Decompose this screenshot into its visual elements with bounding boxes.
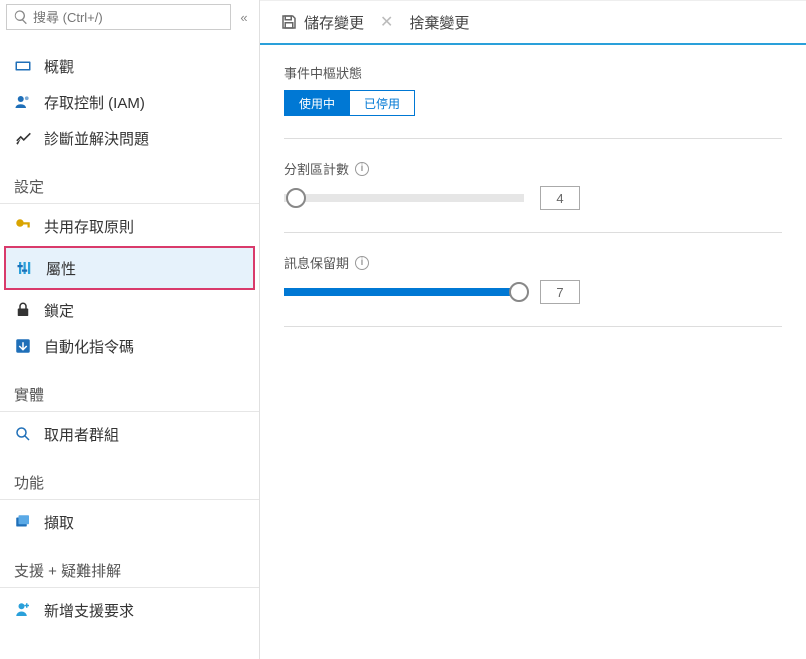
diagnose-icon (14, 129, 32, 147)
nav-overview[interactable]: 概觀 (0, 48, 259, 84)
save-button[interactable]: 儲存變更 (274, 8, 370, 37)
nav-top: 概觀 存取控制 (IAM) 診斷並解決問題 (0, 38, 259, 156)
toolbar-separator: ✕ (380, 12, 393, 32)
retention-label: 訊息保留期 (284, 253, 349, 272)
save-icon (280, 13, 298, 31)
capture-icon (14, 513, 32, 531)
slider-thumb[interactable] (509, 282, 529, 302)
sidebar: « 概觀 存取控制 (IAM) 診斷並解決問題 設定 共用存取原則 屬性 鎖定 (0, 0, 260, 659)
nav-label: 屬性 (46, 258, 76, 279)
nav-diagnose[interactable]: 診斷並解決問題 (0, 120, 259, 156)
nav-shared-access-policies[interactable]: 共用存取原則 (0, 208, 259, 244)
partition-slider[interactable] (284, 194, 524, 202)
nav-label: 概觀 (44, 56, 74, 77)
nav-access-control[interactable]: 存取控制 (IAM) (0, 84, 259, 120)
retention-slider-row: 7 (284, 280, 782, 327)
properties-icon (16, 259, 34, 277)
nav-properties[interactable]: 屬性 (4, 246, 255, 290)
nav-automation-script[interactable]: 自動化指令碼 (0, 328, 259, 364)
status-segment: 使用中 已停用 (284, 90, 782, 139)
slider-fill (284, 288, 519, 296)
nav-capture[interactable]: 擷取 (0, 504, 259, 540)
nav-locks[interactable]: 鎖定 (0, 292, 259, 328)
content-area: 事件中樞狀態 使用中 已停用 分割區計數 i 4 訊息保留期 i 7 (260, 45, 806, 365)
support-icon (14, 601, 32, 619)
nav-label: 擷取 (44, 512, 74, 533)
save-label: 儲存變更 (304, 12, 364, 33)
section-settings: 設定 共用存取原則 屬性 鎖定 自動化指令碼 (0, 160, 259, 364)
search-row: « (0, 0, 259, 38)
status-label-row: 事件中樞狀態 (284, 63, 782, 82)
nav-consumer-groups[interactable]: 取用者群組 (0, 416, 259, 452)
search-box[interactable] (6, 4, 231, 30)
section-title-entities: 實體 (0, 368, 259, 412)
nav-label: 新增支援要求 (44, 600, 134, 621)
section-support: 支援 + 疑難排解 新增支援要求 (0, 544, 259, 628)
info-icon[interactable]: i (355, 162, 369, 176)
info-icon[interactable]: i (355, 256, 369, 270)
nav-new-support-request[interactable]: 新增支援要求 (0, 592, 259, 628)
partition-label-row: 分割區計數 i (284, 159, 782, 178)
partition-slider-row: 4 (284, 186, 782, 233)
section-feature: 功能 擷取 (0, 456, 259, 540)
key-icon (14, 217, 32, 235)
section-title-settings: 設定 (0, 160, 259, 204)
retention-value: 7 (540, 280, 580, 304)
status-active-button[interactable]: 使用中 (284, 90, 350, 116)
nav-label: 自動化指令碼 (44, 336, 134, 357)
lock-icon (14, 301, 32, 319)
section-entities: 實體 取用者群組 (0, 368, 259, 452)
groups-icon (14, 425, 32, 443)
toolbar: 儲存變更 ✕ 捨棄變更 (260, 1, 806, 45)
partition-value: 4 (540, 186, 580, 210)
retention-slider[interactable] (284, 288, 524, 296)
partition-label: 分割區計數 (284, 159, 349, 178)
status-label: 事件中樞狀態 (284, 63, 362, 82)
retention-label-row: 訊息保留期 i (284, 253, 782, 272)
search-icon (13, 9, 29, 25)
nav-label: 鎖定 (44, 300, 74, 321)
search-input[interactable] (29, 10, 224, 25)
script-icon (14, 337, 32, 355)
discard-label: 捨棄變更 (409, 12, 469, 33)
section-title-support: 支援 + 疑難排解 (0, 544, 259, 588)
status-disabled-button[interactable]: 已停用 (350, 90, 415, 116)
nav-label: 共用存取原則 (44, 216, 134, 237)
iam-icon (14, 93, 32, 111)
discard-button[interactable]: 捨棄變更 (403, 8, 475, 37)
nav-label: 存取控制 (IAM) (44, 92, 145, 113)
slider-thumb[interactable] (286, 188, 306, 208)
nav-label: 取用者群組 (44, 424, 119, 445)
nav-label: 診斷並解決問題 (44, 128, 149, 149)
overview-icon (14, 57, 32, 75)
main-panel: 儲存變更 ✕ 捨棄變更 事件中樞狀態 使用中 已停用 分割區計數 i 4 訊息保… (260, 0, 806, 659)
section-title-feature: 功能 (0, 456, 259, 500)
collapse-sidebar-button[interactable]: « (235, 10, 253, 25)
